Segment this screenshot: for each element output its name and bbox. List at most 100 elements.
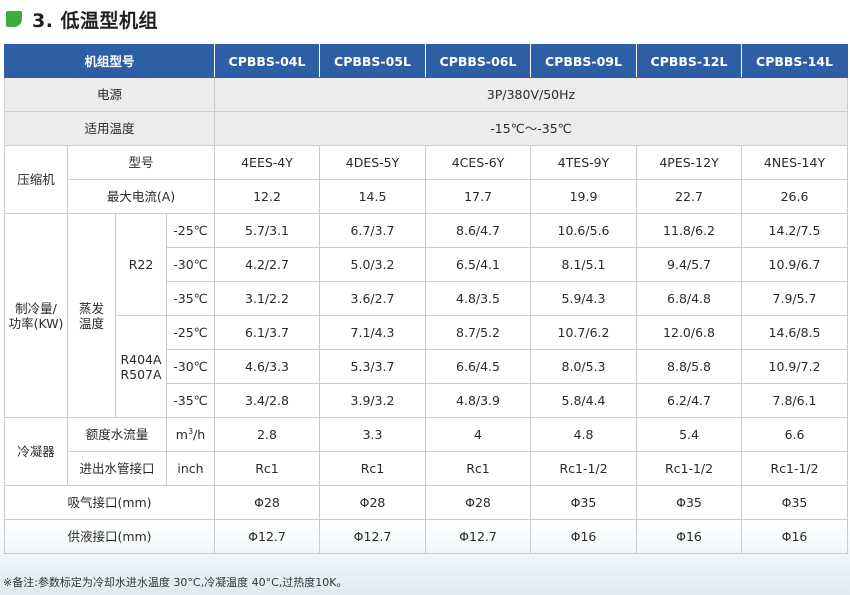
table-cell: 6.6	[741, 417, 849, 452]
table-cell: Rc1-1/2	[636, 451, 743, 486]
table-cell: 10.9/6.7	[741, 247, 849, 282]
temp-cell: -25℃	[165, 315, 216, 350]
table-cell: 9.4/5.7	[636, 247, 743, 282]
table-cell: 4.8	[530, 417, 638, 452]
table-cell: 3.9/3.2	[319, 383, 427, 418]
table-cell: 5.7/3.1	[214, 213, 321, 248]
table-cell: 12.0/6.8	[636, 315, 743, 350]
table-cell: 4.6/3.3	[214, 349, 321, 384]
table-cell: Rc1-1/2	[741, 451, 849, 486]
table-cell: Φ28	[319, 485, 427, 520]
evap-label-line1: 蒸发	[78, 300, 104, 316]
table-cell: 17.7	[425, 179, 532, 214]
table-cell: 7.1/4.3	[319, 315, 427, 350]
liquid-row: 供液接口(mm) Φ12.7 Φ12.7 Φ12.7 Φ16 Φ16 Φ16	[3, 519, 849, 554]
table-cell: Φ28	[214, 485, 321, 520]
table-cell: 4.2/2.7	[214, 247, 321, 282]
table-cell: 10.7/6.2	[530, 315, 638, 350]
liquid-label: 供液接口(mm)	[3, 519, 216, 554]
leaf-icon	[6, 11, 22, 27]
model-header: CPBBS-05L	[319, 44, 427, 78]
compressor-model-row: 压缩机 型号 4EES-4Y 4DES-5Y 4CES-6Y 4TES-9Y 4…	[4, 145, 849, 214]
table-cell: 7.9/5.7	[741, 281, 849, 316]
table-cell: Φ16	[741, 519, 849, 554]
compressor-model-label: 型号	[66, 145, 216, 180]
table-cell: 4CES-6Y	[425, 145, 532, 180]
refrigerant-line1: R404A	[120, 351, 162, 367]
table-cell: 14.2/7.5	[741, 213, 849, 248]
temp-range-row: 适用温度 -15℃～-35℃	[3, 111, 849, 146]
table-cell: Φ35	[741, 485, 849, 520]
flow-unit: m3/h	[165, 417, 216, 452]
suction-row: 吸气接口(mm) Φ28 Φ28 Φ28 Φ35 Φ35 Φ35	[3, 485, 849, 520]
capacity-label-line1: 制冷量/	[15, 300, 57, 316]
power-row: 电源 3P/380V/50Hz	[3, 77, 849, 112]
table-cell: 8.6/4.7	[425, 213, 532, 248]
table-cell: 3.6/2.7	[319, 281, 427, 316]
table-cell: Φ35	[636, 485, 743, 520]
table-cell: Φ12.7	[425, 519, 532, 554]
table-cell: 5.9/4.3	[530, 281, 638, 316]
flow-unit-base: m	[175, 427, 188, 442]
table-cell: 6.6/4.5	[425, 349, 532, 384]
header-row: 机组型号 CPBBS-04L CPBBS-05L CPBBS-06L CPBBS…	[3, 44, 849, 78]
table-cell: Φ16	[530, 519, 638, 554]
table-cell: 3.3	[319, 417, 427, 452]
table-cell: Φ12.7	[319, 519, 427, 554]
table-cell: Rc1-1/2	[530, 451, 638, 486]
model-header: CPBBS-04L	[214, 44, 321, 78]
power-value: 3P/380V/50Hz	[214, 77, 849, 112]
temp-range-value: -15℃～-35℃	[214, 111, 849, 146]
compressor-current-row: 最大电流(A) 12.2 14.5 17.7 19.9 22.7 26.6	[5, 179, 849, 214]
temp-cell: -35℃	[165, 281, 216, 316]
temp-cell: -25℃	[165, 213, 216, 248]
table-cell: 4.8/3.5	[425, 281, 532, 316]
flow-label: 额度水流量	[67, 417, 167, 452]
table-cell: 2.8	[214, 417, 321, 452]
section-heading: 3. 低温型机组	[6, 6, 158, 32]
table-cell: 22.7	[636, 179, 743, 214]
table-cell: 4PES-12Y	[636, 145, 743, 180]
table-cell: 6.8/4.8	[636, 281, 743, 316]
condenser-flow-row: 冷凝器 额度水流量 m3/h 2.8 3.3 4 4.8 5.4 6.6	[4, 417, 849, 486]
table-cell: Φ12.7	[214, 519, 321, 554]
table-cell: Φ35	[530, 485, 638, 520]
table-cell: 5.4	[636, 417, 743, 452]
table-cell: 10.9/7.2	[741, 349, 849, 384]
table-cell: 19.9	[530, 179, 638, 214]
capacity-row: 制冷量/ 功率(KW) 蒸发 温度 R22 -25℃ 5.7/3.1 6.7/3…	[4, 213, 849, 418]
temp-cell: -35℃	[165, 383, 216, 418]
table-cell: 8.1/5.1	[530, 247, 638, 282]
suction-label: 吸气接口(mm)	[3, 485, 216, 520]
table-cell: 8.7/5.2	[425, 315, 532, 350]
spec-table: 机组型号 CPBBS-04L CPBBS-05L CPBBS-06L CPBBS…	[3, 44, 849, 554]
capacity-label-line2: 功率(KW)	[8, 315, 64, 331]
capacity-label: 制冷量/ 功率(KW)	[4, 213, 68, 418]
table-cell: 6.1/3.7	[214, 315, 321, 350]
compressor-label: 压缩机	[4, 145, 68, 214]
header-label: 机组型号	[3, 44, 216, 78]
table-cell: 12.2	[214, 179, 321, 214]
table-cell: Rc1	[425, 451, 532, 486]
footnote: ※备注:参数标定为冷却水进水温度 30°C,冷凝温度 40°C,过热度10K。	[3, 576, 348, 589]
model-header: CPBBS-06L	[425, 44, 532, 78]
capacity-row: R404A R507A -25℃ 6.1/3.7 7.1/4.3 8.7/5.2…	[5, 315, 849, 418]
table-cell: 8.8/5.8	[636, 349, 743, 384]
power-label: 电源	[3, 77, 216, 112]
model-header: CPBBS-09L	[530, 44, 638, 78]
table-cell: 3.1/2.2	[214, 281, 321, 316]
temp-cell: -30℃	[165, 349, 216, 384]
max-current-label: 最大电流(A)	[66, 179, 216, 214]
model-header: CPBBS-12L	[636, 44, 743, 78]
table-cell: 14.5	[319, 179, 427, 214]
table-cell: 6.7/3.7	[319, 213, 427, 248]
model-header: CPBBS-14L	[741, 44, 849, 78]
table-cell: 4EES-4Y	[214, 145, 321, 180]
table-cell: Rc1	[214, 451, 321, 486]
table-cell: 5.8/4.4	[530, 383, 638, 418]
table-cell: 4NES-14Y	[741, 145, 849, 180]
evap-temp-label: 蒸发 温度	[67, 213, 116, 418]
table-cell: 3.4/2.8	[214, 383, 321, 418]
table-cell: 4TES-9Y	[530, 145, 638, 180]
pipe-label: 进出水管接口	[67, 451, 167, 486]
